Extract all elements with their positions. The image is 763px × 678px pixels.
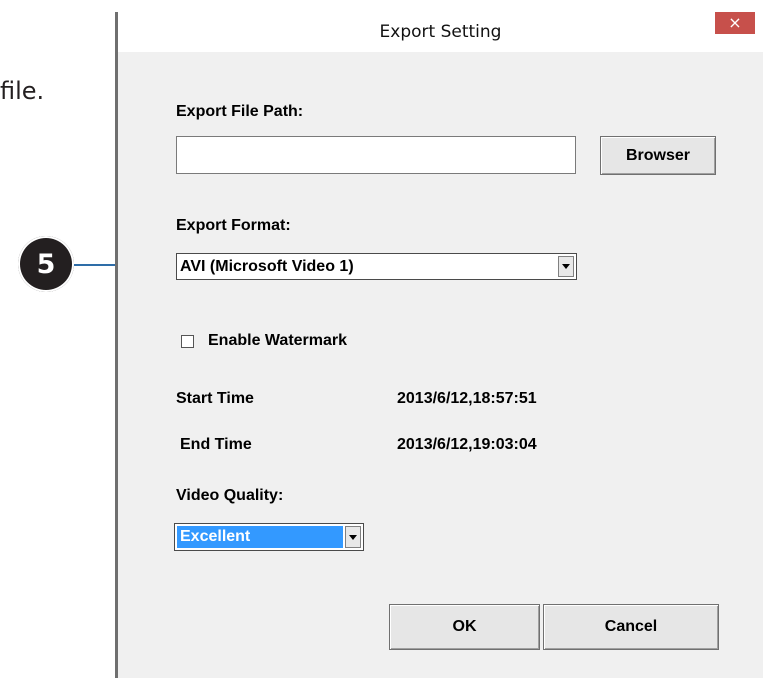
chevron-down-icon[interactable] (345, 526, 361, 548)
dialog-body: Export File Path: Browser Export Format:… (118, 52, 763, 678)
close-button[interactable]: × (715, 12, 755, 34)
video-quality-value: Excellent (177, 526, 343, 548)
end-time-label: End Time (180, 436, 252, 453)
export-format-value: AVI (Microsoft Video 1) (180, 257, 354, 275)
export-format-label: Export Format: (176, 217, 291, 234)
close-icon: × (728, 13, 742, 32)
start-time-label: Start Time (176, 390, 254, 407)
enable-watermark-checkbox[interactable] (181, 335, 194, 348)
dialog-title: Export Setting (379, 22, 502, 42)
video-quality-label: Video Quality: (176, 487, 284, 504)
start-time-value: 2013/6/12,18:57:51 (397, 390, 537, 407)
export-file-path-input[interactable] (176, 136, 576, 174)
export-format-select[interactable]: AVI (Microsoft Video 1) (176, 253, 577, 280)
browser-button[interactable]: Browser (600, 136, 716, 175)
cancel-button[interactable]: Cancel (543, 604, 719, 650)
ok-button[interactable]: OK (389, 604, 540, 650)
export-setting-dialog: Export Setting × Export File Path: Brows… (115, 12, 763, 678)
chevron-down-icon[interactable] (558, 256, 574, 277)
end-time-value: 2013/6/12,19:03:04 (397, 436, 537, 453)
video-quality-select[interactable]: Excellent (174, 523, 364, 551)
enable-watermark-label: Enable Watermark (208, 332, 348, 349)
title-bar: Export Setting × (118, 12, 763, 52)
export-file-path-label: Export File Path: (176, 103, 304, 120)
callout-badge: 5 (18, 236, 74, 292)
manual-text-fragment: file. (0, 77, 45, 105)
